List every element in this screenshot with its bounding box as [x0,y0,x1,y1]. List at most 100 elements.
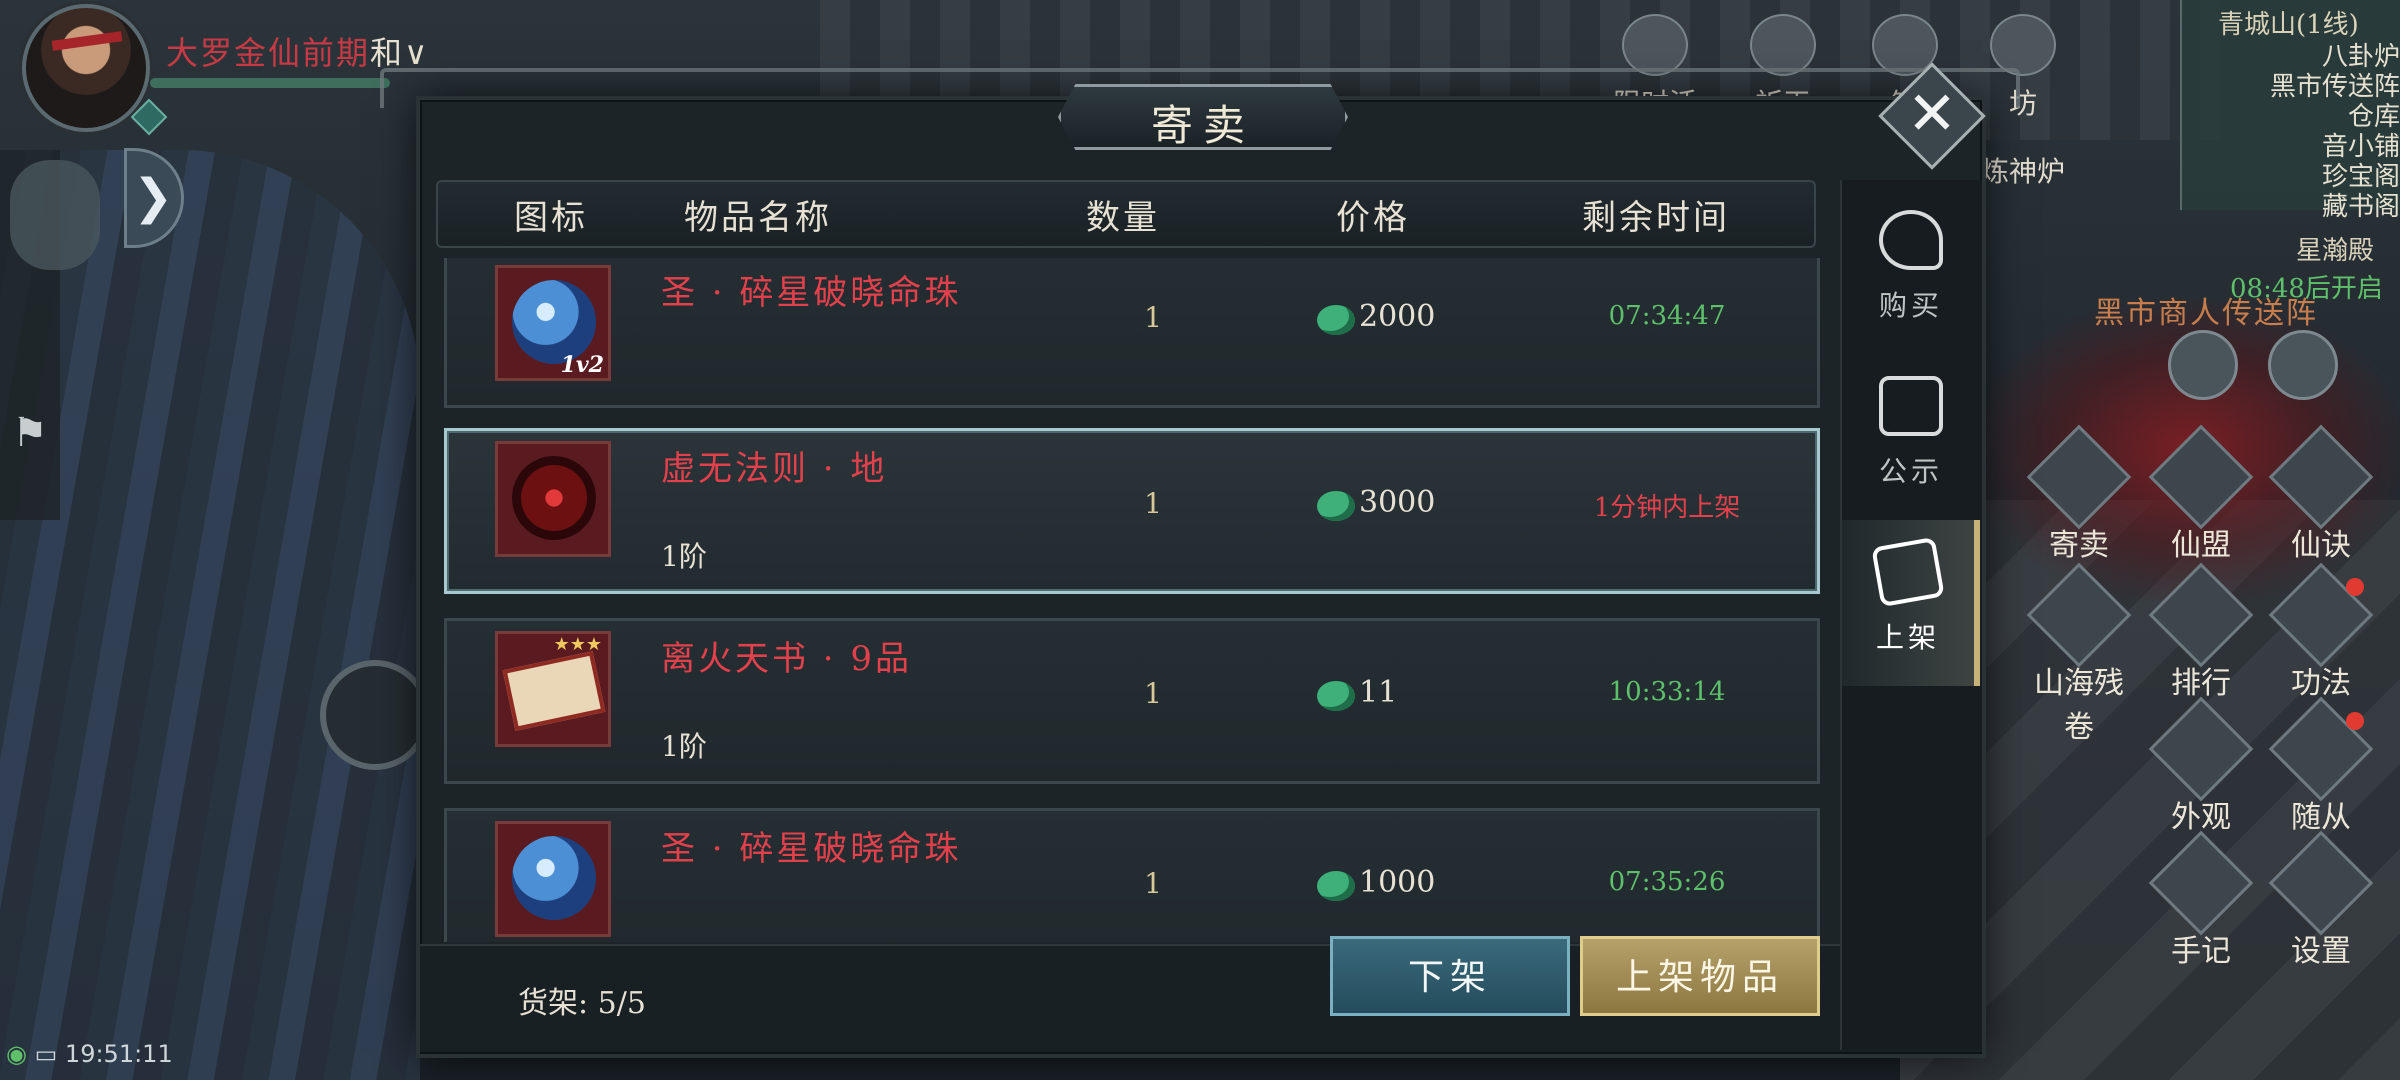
player-avatar[interactable] [22,4,150,132]
menu-follower[interactable]: 随从 [2266,696,2376,836]
menu-consign[interactable]: 寄卖 [2024,424,2134,564]
item-remain: 07:35:26 [1608,867,1726,897]
item-remain: 07:34:47 [1608,301,1726,331]
abacus-icon [1871,536,1945,608]
item-name: 圣 · 碎星破晓命珠 [661,273,962,313]
header-name: 物品名称 [684,198,832,238]
header-price: 价格 [1336,198,1410,238]
appearance-icon [2148,696,2254,802]
chevron-right-icon: ❯ [133,169,174,225]
menu-technique[interactable]: 功法 [2266,562,2376,702]
wifi-icon: ◉ [6,1040,27,1068]
jade-coin-icon [1317,681,1355,711]
map-label: 藏书阁 [2321,192,2400,222]
joystick[interactable] [320,660,430,770]
map-label: 黑市传送阵 [2269,72,2400,102]
table-row[interactable]: 圣 · 碎星破晓命珠 1 1000 07:35:26 [444,808,1820,942]
gear-icon [2268,830,2374,936]
refresh-icon[interactable] [2268,330,2338,400]
menu-guild[interactable]: 仙盟 [2146,424,2256,564]
map-label: 仓库 [2347,102,2400,132]
jade-coin-icon [1317,305,1355,335]
menu-appearance[interactable]: 外观 [2146,696,2256,836]
map-label: 珍宝阁 [2321,162,2400,192]
menu-mountain-sea[interactable]: 山海残卷 [2024,562,2134,746]
menu-label: 设置 [2291,934,2351,969]
menu-label: 山海残卷 [2034,666,2124,745]
item-price: 3000 [1359,485,1436,520]
table-row[interactable]: ★★★ 离火天书 · 9品 1阶 1 11 10:33:14 [444,618,1820,784]
shelf-capacity: 货架: 5/5 [518,986,646,1021]
battery-icon: ▭ [34,1040,58,1068]
consign-icon [2026,424,2132,530]
rank-suffix[interactable]: 和∨ [370,34,429,72]
tab-label: 购买 [1878,289,1943,322]
player-hp-bar [150,78,390,88]
header-remain: 剩余时间 [1582,198,1730,238]
item-thumbnail[interactable] [495,441,611,557]
item-tier: 1阶 [661,540,707,573]
tab-label: 上架 [1875,621,1940,654]
list-item-button[interactable]: 上架物品 [1580,936,1820,1016]
scroll-icon [2268,424,2374,530]
item-thumbnail[interactable]: ★★★ [495,631,611,747]
hand-icon [1879,210,1943,270]
search-document-icon [1879,376,1943,436]
tab-public[interactable]: 公示 [1842,354,1980,520]
item-thumbnail[interactable]: 1v2 [495,265,611,381]
bag-icon[interactable] [2168,330,2238,400]
merchant-portal-label[interactable]: 黑市商人传送阵 [2094,288,2318,332]
item-thumbnail[interactable] [495,821,611,937]
item-remain: 1分钟内上架 [1593,493,1741,523]
guild-icon [2148,424,2254,530]
furnace-label: 炼神炉 [1980,155,2065,188]
demon-mask-icon [512,456,596,540]
menu-label: 手记 [2171,934,2231,969]
jade-coin-icon [1317,491,1355,521]
scene-curtain [0,150,420,1080]
item-name: 圣 · 碎星破晓命珠 [661,829,962,869]
delist-button[interactable]: 下架 [1330,936,1570,1016]
menu-skill-scroll[interactable]: 仙诀 [2266,424,2376,564]
close-icon[interactable]: ✕ [1894,76,1970,152]
minimap-labels: 八卦炉 黑市传送阵 仓库 音小铺 珍宝阁 藏书阁 [2190,42,2400,222]
table-row[interactable]: 虚无法则 · 地 1阶 1 3000 1分钟内上架 [444,428,1820,594]
map-label: 音小铺 [2321,132,2400,162]
flag-icon[interactable]: ⚑ [12,410,48,456]
pray-icon [1750,14,1816,76]
scroll-book-icon [502,651,606,731]
tab-list[interactable]: 上架 [1842,520,1980,686]
tab-buy[interactable]: 购买 [1842,188,1980,354]
item-qty: 1 [1144,487,1162,520]
jade-coin-icon [1317,871,1355,901]
headband-icon [51,31,123,51]
listing-list[interactable]: 1v2 圣 · 碎星破晓命珠 1 2000 07:34:47 虚无法则 · 地 … [436,258,1826,942]
journal-icon [2148,830,2254,936]
item-qty: 1 [1144,677,1162,710]
menu-label: 寄卖 [2049,528,2109,563]
menu-settings[interactable]: 设置 [2266,830,2376,970]
clock-text: 19:51:11 [64,1040,173,1068]
ranking-icon [2148,562,2254,668]
menu-journal[interactable]: 手记 [2146,830,2256,970]
item-tier: 1阶 [661,730,707,763]
hall-label: 星瀚殿 [2296,236,2375,266]
item-price: 11 [1359,675,1398,710]
item-name: 离火天书 · 9品 [661,639,913,679]
furnace-button[interactable]: 炼神炉 [1968,150,2078,190]
pet-icon[interactable] [10,160,100,270]
notification-dot [2346,578,2364,596]
menu-label: 仙盟 [2171,528,2231,563]
item-price: 2000 [1359,299,1436,334]
item-qty: 1 [1144,867,1162,900]
notification-dot [2346,712,2364,730]
tab-label: 公示 [1878,455,1943,488]
mountain-icon [2026,562,2132,668]
menu-label: 仙诀 [2291,528,2351,563]
star-orb-icon [512,836,596,920]
event-icon [1622,14,1688,76]
table-row[interactable]: 1v2 圣 · 碎星破晓命珠 1 2000 07:34:47 [444,258,1820,408]
panel-title: 寄卖 [1150,101,1255,150]
menu-ranking[interactable]: 排行 [2146,562,2256,702]
workshop-icon [1990,14,2056,76]
